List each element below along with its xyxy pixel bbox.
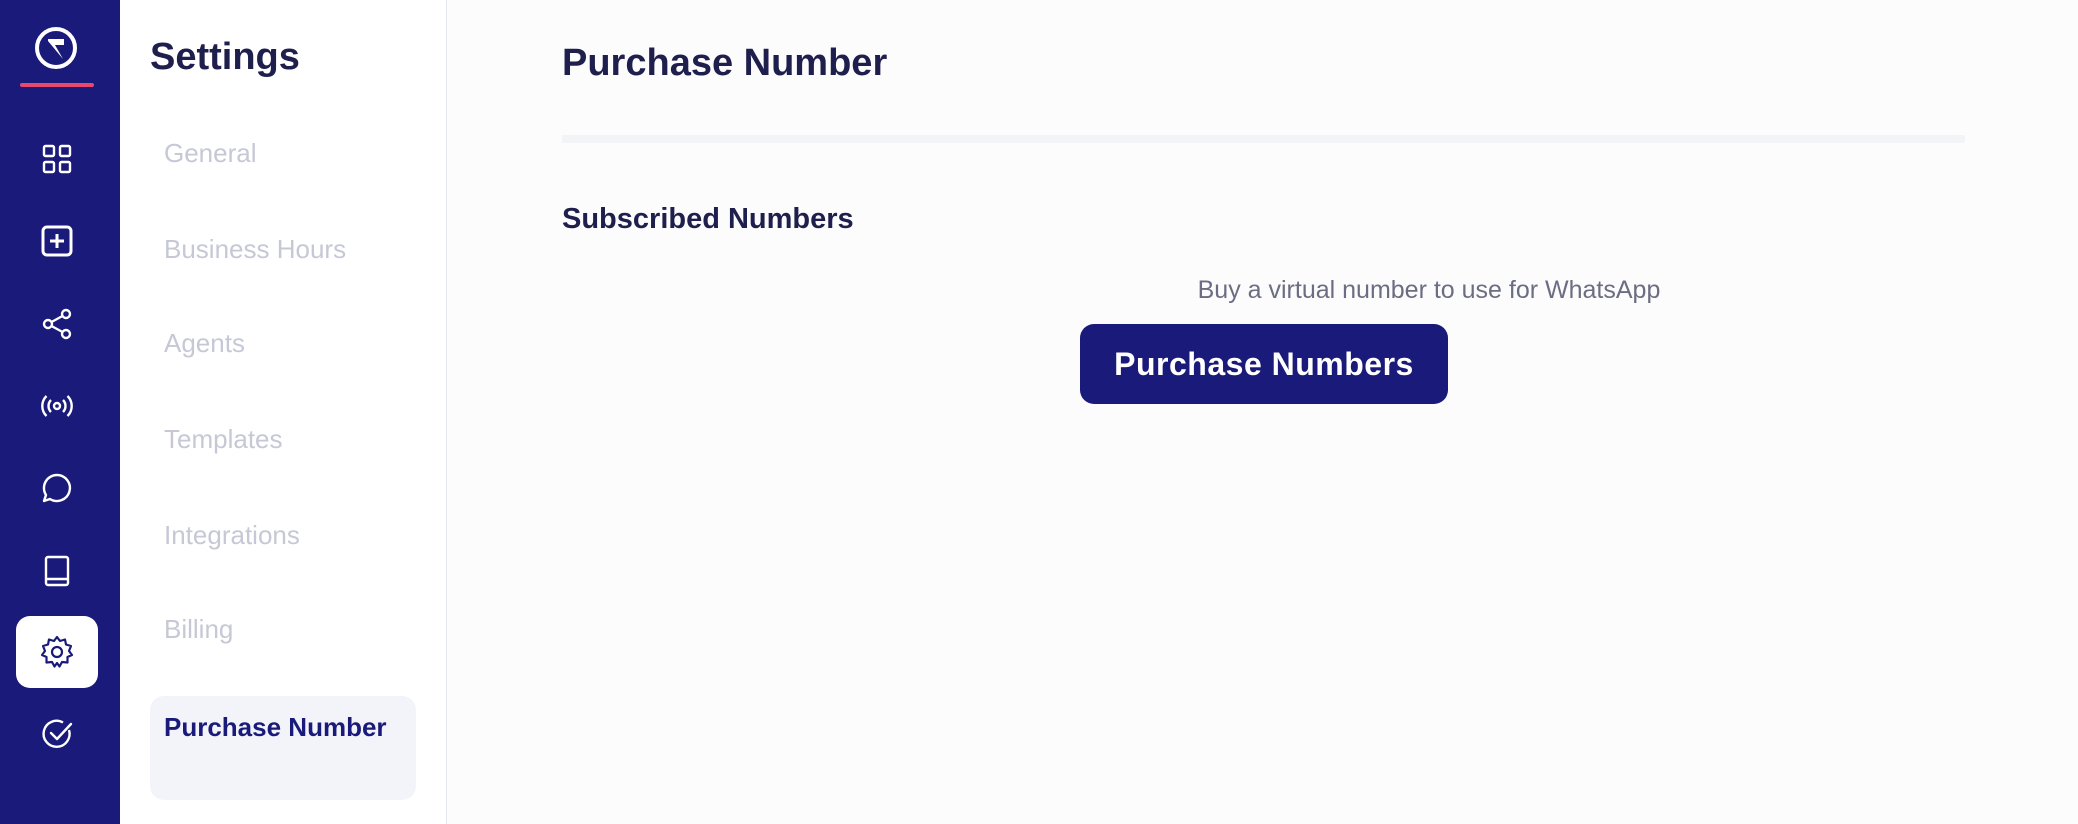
settings-nav-templates[interactable]: Templates	[150, 424, 416, 455]
rail-add-button[interactable]	[16, 205, 98, 277]
settings-title: Settings	[150, 36, 300, 78]
settings-nav-purchase-number[interactable]: Purchase Number	[150, 696, 416, 800]
app: Settings General Business Hours Agents T…	[0, 0, 2078, 824]
section-title: Subscribed Numbers	[562, 203, 854, 235]
logo-icon	[35, 27, 77, 69]
settings-nav-billing[interactable]: Billing	[150, 614, 416, 645]
app-logo[interactable]	[30, 22, 82, 74]
icon-rail	[0, 0, 120, 824]
gear-icon	[40, 635, 74, 668]
rail-docs-button[interactable]	[16, 535, 98, 607]
add-square-icon	[41, 225, 73, 257]
main-content: Purchase Number Subscribed Numbers Buy a…	[448, 0, 2078, 824]
check-circle-icon	[42, 719, 73, 748]
settings-nav-integrations[interactable]: Integrations	[150, 520, 416, 551]
rail-broadcast-button[interactable]	[16, 370, 98, 442]
page-title: Purchase Number	[562, 42, 888, 84]
share-icon	[42, 308, 72, 340]
settings-nav-business-hours[interactable]: Business Hours	[150, 234, 416, 265]
rail-dashboard-button[interactable]	[16, 123, 98, 195]
empty-state-text: Buy a virtual number to use for WhatsApp	[1197, 276, 1661, 304]
settings-nav-agents[interactable]: Agents	[150, 328, 416, 359]
rail-settings-button[interactable]	[16, 616, 98, 688]
dashboard-icon	[42, 144, 72, 174]
settings-nav: Settings General Business Hours Agents T…	[120, 0, 447, 824]
rail-chat-button[interactable]	[16, 452, 98, 524]
purchase-numbers-button[interactable]: Purchase Numbers	[1080, 324, 1448, 404]
chat-icon	[42, 473, 72, 503]
rail-tasks-button[interactable]	[16, 698, 98, 770]
logo-underline	[20, 83, 94, 87]
book-icon	[44, 555, 70, 587]
broadcast-icon	[41, 395, 73, 417]
rail-share-button[interactable]	[16, 288, 98, 360]
header-divider	[562, 135, 1965, 143]
settings-nav-general[interactable]: General	[150, 138, 416, 169]
